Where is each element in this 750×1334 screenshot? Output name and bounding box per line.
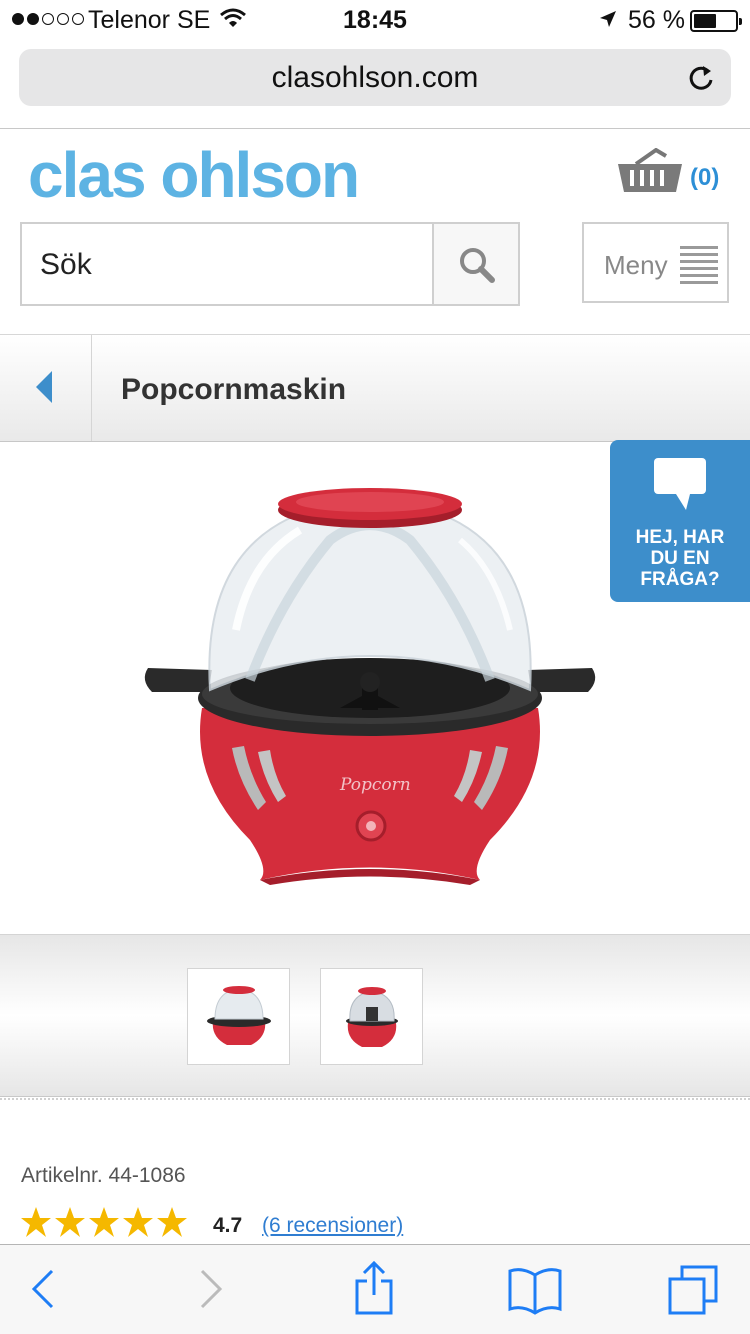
status-bar: Telenor SE 18:45 56 % (0, 0, 750, 40)
product-brand-script: Popcorn (339, 775, 411, 795)
search-icon (460, 248, 495, 283)
battery-icon (690, 10, 742, 32)
thumbnail-1[interactable] (187, 968, 290, 1065)
search-box: Sök (20, 222, 520, 306)
menu-label: Meny (604, 250, 668, 280)
bookmarks-icon[interactable] (508, 1267, 562, 1320)
reload-icon[interactable] (687, 63, 715, 98)
menu-icon (680, 246, 718, 288)
product-image[interactable]: Popcorn (140, 480, 600, 890)
address-bar[interactable]: clasohlson.com (19, 49, 731, 106)
breadcrumb: Popcornmaskin (0, 334, 750, 442)
chat-text: HEJ, HAR DU EN FRÅGA? (610, 527, 750, 590)
chat-line-2: DU EN (650, 548, 710, 569)
thumbnail-strip (0, 934, 750, 1097)
star-icon (89, 1207, 119, 1237)
search-button[interactable] (436, 224, 518, 304)
divider (0, 1098, 750, 1100)
article-number: Artikelnr. 44-1086 (21, 1164, 186, 1187)
star-icon (157, 1207, 187, 1237)
star-icon (21, 1207, 51, 1237)
cart-icon (618, 147, 682, 192)
rating-value: 4.7 (213, 1214, 243, 1237)
rating-stars (20, 1206, 188, 1238)
cart-button[interactable]: (0) (616, 147, 726, 198)
chat-widget[interactable]: HEJ, HAR DU EN FRÅGA? (610, 440, 750, 602)
page: Telenor SE 18:45 56 % clasohlson.com cla… (0, 0, 750, 1334)
browser-toolbar (0, 1244, 750, 1334)
url-text[interactable]: clasohlson.com (19, 61, 731, 95)
site-logo[interactable]: clas ohlson (28, 138, 360, 212)
location-icon (598, 9, 618, 34)
chat-line-3: FRÅGA? (640, 569, 720, 590)
divider (0, 128, 750, 129)
search-input[interactable]: Sök (22, 224, 434, 304)
chat-icon (654, 458, 706, 510)
tabs-icon[interactable] (668, 1265, 720, 1322)
star-icon (123, 1207, 153, 1237)
battery-percentage: 56 % (628, 6, 685, 34)
share-icon[interactable] (354, 1260, 394, 1320)
back-icon (36, 371, 52, 403)
search-placeholder: Sök (40, 248, 92, 281)
reviews-link[interactable]: (6 recensioner) (262, 1214, 403, 1238)
menu-button[interactable]: Meny (582, 222, 729, 303)
safari-forward-icon[interactable] (198, 1267, 224, 1316)
safari-back-icon[interactable] (30, 1267, 56, 1316)
page-title: Popcornmaskin (121, 373, 347, 406)
thumbnail-2[interactable] (320, 968, 423, 1065)
star-icon (55, 1207, 85, 1237)
chat-line-1: HEJ, HAR (635, 527, 725, 548)
back-button[interactable] (0, 335, 92, 441)
cart-count: (0) (690, 164, 720, 191)
